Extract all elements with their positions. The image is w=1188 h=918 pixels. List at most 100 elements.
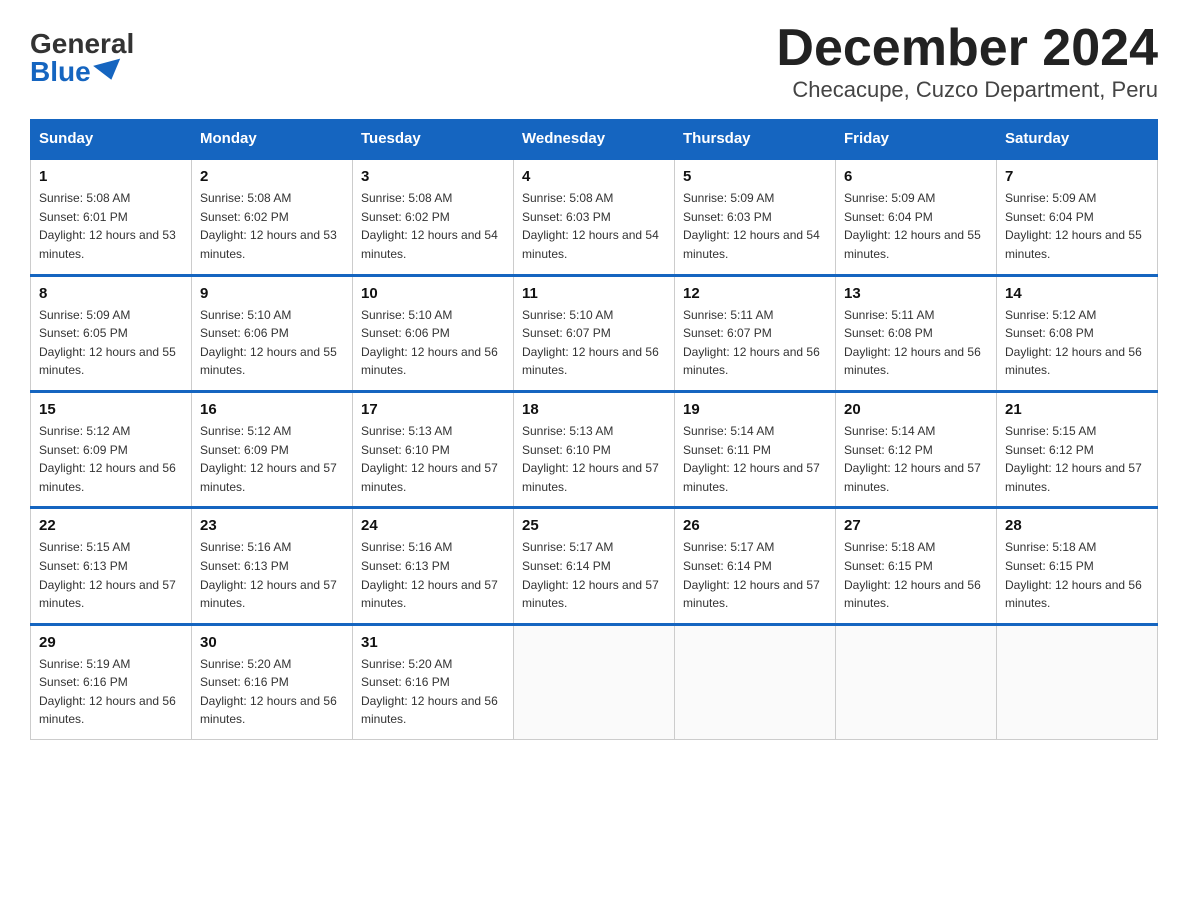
- day-info: Sunrise: 5:09 AMSunset: 6:04 PMDaylight:…: [1005, 189, 1149, 263]
- day-number: 19: [683, 401, 827, 418]
- logo-general-text: General: [30, 30, 134, 58]
- day-number: 17: [361, 401, 505, 418]
- day-number: 26: [683, 517, 827, 534]
- day-number: 22: [39, 517, 183, 534]
- calendar-day-cell: 14Sunrise: 5:12 AMSunset: 6:08 PMDayligh…: [997, 275, 1158, 391]
- calendar-day-cell: 11Sunrise: 5:10 AMSunset: 6:07 PMDayligh…: [514, 275, 675, 391]
- day-of-week-header: Tuesday: [353, 120, 514, 159]
- calendar-day-cell: 21 Sunrise: 5:15 AMSunset: 6:12 PMDayligh…: [997, 391, 1158, 507]
- calendar-day-cell: [514, 624, 675, 739]
- day-number: 7: [1005, 168, 1149, 185]
- day-number: 14: [1005, 285, 1149, 302]
- logo: General Blue: [30, 30, 134, 86]
- calendar-day-cell: 12Sunrise: 5:11 AMSunset: 6:07 PMDayligh…: [675, 275, 836, 391]
- calendar-day-cell: [836, 624, 997, 739]
- logo-triangle-icon: [93, 59, 125, 84]
- day-info: Sunrise: 5:15 AMSunset: 6:12 PMDaylight:…: [1005, 422, 1149, 496]
- day-info: Sunrise: 5:20 AMSunset: 6:16 PMDaylight:…: [361, 655, 505, 729]
- calendar-day-cell: 18 Sunrise: 5:13 AMSunset: 6:10 PMDayligh…: [514, 391, 675, 507]
- day-number: 13: [844, 285, 988, 302]
- day-info: Sunrise: 5:08 AMSunset: 6:01 PMDaylight:…: [39, 189, 183, 263]
- day-number: 23: [200, 517, 344, 534]
- day-number: 25: [522, 517, 666, 534]
- day-info: Sunrise: 5:13 AMSunset: 6:10 PMDaylight:…: [522, 422, 666, 496]
- day-info: Sunrise: 5:14 AMSunset: 6:11 PMDaylight:…: [683, 422, 827, 496]
- calendar-day-cell: 25 Sunrise: 5:17 AMSunset: 6:14 PMDayligh…: [514, 508, 675, 624]
- calendar-week-row: 29 Sunrise: 5:19 AMSunset: 6:16 PMDayligh…: [31, 624, 1158, 739]
- day-info: Sunrise: 5:16 AMSunset: 6:13 PMDaylight:…: [200, 538, 344, 612]
- day-number: 21: [1005, 401, 1149, 418]
- day-number: 29: [39, 634, 183, 651]
- day-info: Sunrise: 5:09 AMSunset: 6:05 PMDaylight:…: [39, 306, 183, 380]
- day-info: Sunrise: 5:18 AMSunset: 6:15 PMDaylight:…: [844, 538, 988, 612]
- calendar-day-cell: 22 Sunrise: 5:15 AMSunset: 6:13 PMDayligh…: [31, 508, 192, 624]
- calendar-day-cell: [675, 624, 836, 739]
- calendar-day-cell: 1 Sunrise: 5:08 AMSunset: 6:01 PMDaylight…: [31, 159, 192, 275]
- day-info: Sunrise: 5:10 AMSunset: 6:06 PMDaylight:…: [200, 306, 344, 380]
- calendar-day-cell: 8Sunrise: 5:09 AMSunset: 6:05 PMDaylight…: [31, 275, 192, 391]
- day-info: Sunrise: 5:13 AMSunset: 6:10 PMDaylight:…: [361, 422, 505, 496]
- day-number: 16: [200, 401, 344, 418]
- day-number: 10: [361, 285, 505, 302]
- calendar-day-cell: 24Sunrise: 5:16 AMSunset: 6:13 PMDayligh…: [353, 508, 514, 624]
- day-info: Sunrise: 5:08 AMSunset: 6:03 PMDaylight:…: [522, 189, 666, 263]
- title-block: December 2024 Checacupe, Cuzco Departmen…: [776, 20, 1158, 103]
- day-info: Sunrise: 5:09 AMSunset: 6:04 PMDaylight:…: [844, 189, 988, 263]
- page-header: General Blue December 2024 Checacupe, Cu…: [30, 20, 1158, 103]
- calendar-day-cell: 10Sunrise: 5:10 AMSunset: 6:06 PMDayligh…: [353, 275, 514, 391]
- calendar-week-row: 8Sunrise: 5:09 AMSunset: 6:05 PMDaylight…: [31, 275, 1158, 391]
- calendar-day-cell: 7 Sunrise: 5:09 AMSunset: 6:04 PMDaylight…: [997, 159, 1158, 275]
- calendar-week-row: 15 Sunrise: 5:12 AMSunset: 6:09 PMDayligh…: [31, 391, 1158, 507]
- day-number: 2: [200, 168, 344, 185]
- calendar-day-cell: 9Sunrise: 5:10 AMSunset: 6:06 PMDaylight…: [192, 275, 353, 391]
- calendar-week-row: 1 Sunrise: 5:08 AMSunset: 6:01 PMDaylight…: [31, 159, 1158, 275]
- day-info: Sunrise: 5:18 AMSunset: 6:15 PMDaylight:…: [1005, 538, 1149, 612]
- calendar-table: SundayMondayTuesdayWednesdayThursdayFrid…: [30, 119, 1158, 740]
- calendar-day-cell: 28 Sunrise: 5:18 AMSunset: 6:15 PMDayligh…: [997, 508, 1158, 624]
- calendar-day-cell: 29 Sunrise: 5:19 AMSunset: 6:16 PMDayligh…: [31, 624, 192, 739]
- calendar-day-cell: 3Sunrise: 5:08 AMSunset: 6:02 PMDaylight…: [353, 159, 514, 275]
- day-info: Sunrise: 5:12 AMSunset: 6:09 PMDaylight:…: [39, 422, 183, 496]
- day-number: 5: [683, 168, 827, 185]
- logo-blue-text: Blue: [30, 58, 123, 86]
- day-number: 6: [844, 168, 988, 185]
- calendar-day-cell: 31 Sunrise: 5:20 AMSunset: 6:16 PMDayligh…: [353, 624, 514, 739]
- calendar-header-row: SundayMondayTuesdayWednesdayThursdayFrid…: [31, 120, 1158, 159]
- day-number: 20: [844, 401, 988, 418]
- day-of-week-header: Monday: [192, 120, 353, 159]
- day-info: Sunrise: 5:11 AMSunset: 6:08 PMDaylight:…: [844, 306, 988, 380]
- day-info: Sunrise: 5:19 AMSunset: 6:16 PMDaylight:…: [39, 655, 183, 729]
- calendar-day-cell: 30 Sunrise: 5:20 AMSunset: 6:16 PMDayligh…: [192, 624, 353, 739]
- day-number: 4: [522, 168, 666, 185]
- calendar-day-cell: 2 Sunrise: 5:08 AMSunset: 6:02 PMDaylight…: [192, 159, 353, 275]
- calendar-day-cell: 23 Sunrise: 5:16 AMSunset: 6:13 PMDayligh…: [192, 508, 353, 624]
- calendar-day-cell: 26 Sunrise: 5:17 AMSunset: 6:14 PMDayligh…: [675, 508, 836, 624]
- calendar-day-cell: 4 Sunrise: 5:08 AMSunset: 6:03 PMDaylight…: [514, 159, 675, 275]
- page-title: December 2024: [776, 20, 1158, 77]
- day-number: 30: [200, 634, 344, 651]
- calendar-day-cell: [997, 624, 1158, 739]
- day-info: Sunrise: 5:08 AMSunset: 6:02 PMDaylight:…: [200, 189, 344, 263]
- day-info: Sunrise: 5:14 AMSunset: 6:12 PMDaylight:…: [844, 422, 988, 496]
- calendar-day-cell: 5Sunrise: 5:09 AMSunset: 6:03 PMDaylight…: [675, 159, 836, 275]
- day-info: Sunrise: 5:17 AMSunset: 6:14 PMDaylight:…: [522, 538, 666, 612]
- day-info: Sunrise: 5:12 AMSunset: 6:09 PMDaylight:…: [200, 422, 344, 496]
- day-number: 1: [39, 168, 183, 185]
- calendar-day-cell: 17 Sunrise: 5:13 AMSunset: 6:10 PMDayligh…: [353, 391, 514, 507]
- day-number: 31: [361, 634, 505, 651]
- day-of-week-header: Friday: [836, 120, 997, 159]
- day-info: Sunrise: 5:15 AMSunset: 6:13 PMDaylight:…: [39, 538, 183, 612]
- day-number: 18: [522, 401, 666, 418]
- day-of-week-header: Sunday: [31, 120, 192, 159]
- day-info: Sunrise: 5:17 AMSunset: 6:14 PMDaylight:…: [683, 538, 827, 612]
- day-number: 15: [39, 401, 183, 418]
- calendar-day-cell: 20 Sunrise: 5:14 AMSunset: 6:12 PMDayligh…: [836, 391, 997, 507]
- day-number: 28: [1005, 517, 1149, 534]
- day-info: Sunrise: 5:16 AMSunset: 6:13 PMDaylight:…: [361, 538, 505, 612]
- calendar-day-cell: 16 Sunrise: 5:12 AMSunset: 6:09 PMDayligh…: [192, 391, 353, 507]
- day-info: Sunrise: 5:20 AMSunset: 6:16 PMDaylight:…: [200, 655, 344, 729]
- day-number: 12: [683, 285, 827, 302]
- calendar-day-cell: 19 Sunrise: 5:14 AMSunset: 6:11 PMDayligh…: [675, 391, 836, 507]
- day-number: 3: [361, 168, 505, 185]
- day-number: 27: [844, 517, 988, 534]
